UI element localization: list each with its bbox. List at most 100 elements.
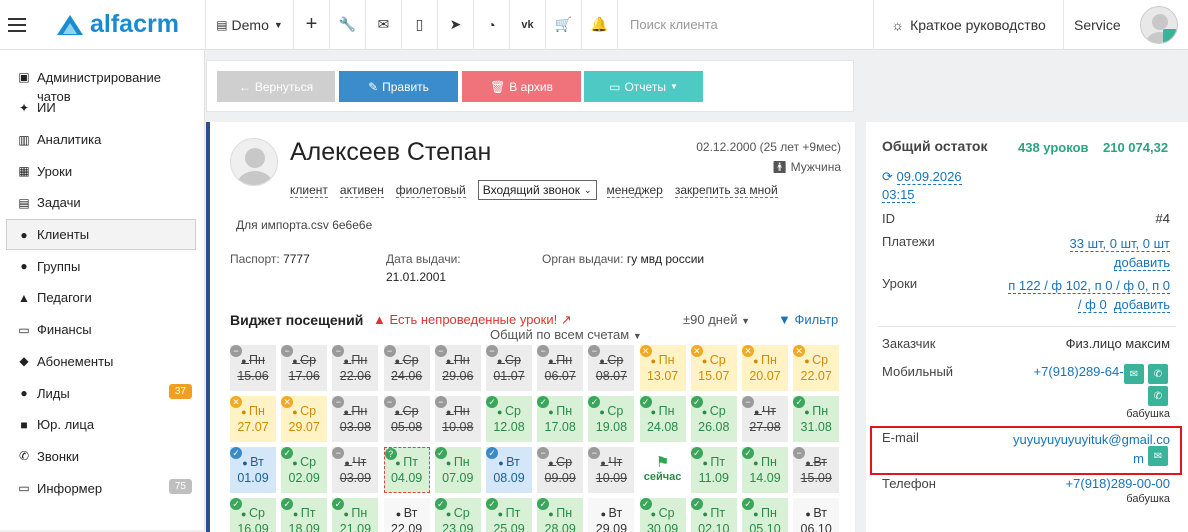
- attendance-cell[interactable]: −● Ср08.07: [588, 345, 634, 391]
- attendance-cell[interactable]: ✓● Ср19.08: [588, 396, 634, 442]
- attendance-cell[interactable]: ✕● Ср15.07: [691, 345, 737, 391]
- sidebar-item-7[interactable]: ▲Педагоги: [0, 282, 204, 314]
- attendance-cell[interactable]: −● Ср24.06: [384, 345, 430, 391]
- sidebar-item-5[interactable]: ●Клиенты: [6, 219, 196, 251]
- client-search[interactable]: Поиск клиента: [618, 0, 874, 50]
- back-button[interactable]: ←Вернуться: [217, 71, 335, 102]
- accounts-dropdown[interactable]: Общий по всем счетам ▼: [490, 327, 642, 342]
- attendance-cell[interactable]: ✓● Пн17.08: [537, 396, 583, 442]
- sidebar-item-13[interactable]: ▭Информер75: [0, 472, 204, 504]
- attendance-cell[interactable]: ✓● Пн31.08: [793, 396, 839, 442]
- sidebar-item-11[interactable]: ■Юр. лица: [0, 409, 204, 441]
- attendance-cell[interactable]: −● Ср05.08: [384, 396, 430, 442]
- demo-dropdown[interactable]: ▤ Demo ▼: [206, 0, 294, 50]
- sms-button[interactable]: ✉: [1124, 364, 1144, 384]
- attendance-cell[interactable]: ✓● Пн14.09: [742, 447, 788, 493]
- attendance-cell[interactable]: ✓● Вт08.09: [486, 447, 532, 493]
- mail-button[interactable]: ✉: [366, 0, 402, 50]
- tools-button[interactable]: 🔧: [330, 0, 366, 50]
- add-button[interactable]: +: [294, 0, 330, 50]
- attendance-cell[interactable]: ✓● Пн28.09: [537, 498, 583, 532]
- attendance-cell[interactable]: −● Чт10.09: [588, 447, 634, 493]
- unconducted-warning[interactable]: ▲ Есть непроведенные уроки! ↗: [373, 312, 572, 328]
- attendance-cell[interactable]: ✕● Пн20.07: [742, 345, 788, 391]
- attendance-cell[interactable]: −● Пн03.08: [332, 396, 378, 442]
- attendance-cell[interactable]: ✕● Ср22.07: [793, 345, 839, 391]
- mobile-button[interactable]: ▯: [402, 0, 438, 50]
- attendance-cell[interactable]: ✕● Пн27.07: [230, 396, 276, 442]
- viber-button[interactable]: ✆: [1148, 386, 1168, 406]
- attendance-cell[interactable]: −● Пн06.07: [537, 345, 583, 391]
- logo[interactable]: alfacrm: [34, 0, 206, 50]
- tag-active[interactable]: активен: [340, 183, 384, 198]
- attendance-cell[interactable]: −● Пн15.06: [230, 345, 276, 391]
- sidebar-item-1[interactable]: ✦ИИ: [0, 92, 204, 124]
- attendance-cell[interactable]: ● Вт06.10: [793, 498, 839, 532]
- sidebar-item-8[interactable]: ▭Финансы: [0, 314, 204, 346]
- attendance-cell[interactable]: ✓● Пн07.09: [435, 447, 481, 493]
- attendance-cell[interactable]: ✓● Пт18.09: [281, 498, 327, 532]
- attendance-cell[interactable]: −● Чт03.09: [332, 447, 378, 493]
- sidebar-item-2[interactable]: ▥Аналитика: [0, 124, 204, 156]
- sidebar-item-9[interactable]: ◆Абонементы: [0, 346, 204, 378]
- chat-button[interactable]: ◔: [474, 0, 510, 50]
- balance-date-link[interactable]: ⟳ 09.09.202603:15: [882, 168, 962, 204]
- attendance-cell[interactable]: ✕● Ср29.07: [281, 396, 327, 442]
- attendance-cell[interactable]: −● Ср01.07: [486, 345, 532, 391]
- attendance-cell[interactable]: −● Чт27.08: [742, 396, 788, 442]
- attendance-cell[interactable]: ✓● Пн21.09: [332, 498, 378, 532]
- sidebar-item-4[interactable]: ▤Задачи: [0, 187, 204, 219]
- archive-button[interactable]: 🗑В архив: [462, 71, 581, 102]
- payments-add-link[interactable]: добавить: [1114, 255, 1170, 271]
- sidebar-item-10[interactable]: ●Лиды37: [0, 377, 204, 409]
- attendance-cell[interactable]: ✓● Вт01.09: [230, 447, 276, 493]
- attendance-cell[interactable]: −● Вт15.09: [793, 447, 839, 493]
- lessons-value[interactable]: п 122 / ф 102, п 0 / ф 0, п 0/ ф 0 добав…: [1008, 276, 1170, 314]
- attendance-cell[interactable]: ⚑сейчас: [640, 447, 686, 493]
- lessons-add-link[interactable]: добавить: [1114, 297, 1170, 313]
- attendance-cell[interactable]: ✕● Пн13.07: [640, 345, 686, 391]
- edit-button[interactable]: ✎Править: [339, 71, 458, 102]
- days-range-dropdown[interactable]: ±90 дней ▼: [683, 312, 750, 327]
- attendance-cell[interactable]: ✓● Ср16.09: [230, 498, 276, 532]
- user-menu[interactable]: Service: [1064, 0, 1188, 50]
- reports-button[interactable]: ▭Отчеты▼: [584, 71, 703, 102]
- quick-guide-button[interactable]: ☼ Краткое руководство: [874, 0, 1064, 50]
- manager-link[interactable]: менеджер: [607, 183, 663, 198]
- attendance-cell[interactable]: ✓● Ср23.09: [435, 498, 481, 532]
- attendance-cell[interactable]: ● Вт29.09: [588, 498, 634, 532]
- attendance-cell[interactable]: ✓● Пт25.09: [486, 498, 532, 532]
- tag-color[interactable]: фиолетовый: [396, 183, 466, 198]
- sidebar-item-3[interactable]: ▦Уроки: [0, 155, 204, 187]
- attendance-cell[interactable]: ✓● Пн24.08: [640, 396, 686, 442]
- attendance-cell[interactable]: −● Пн10.08: [435, 396, 481, 442]
- mobile-value[interactable]: +7(918)289-64-89: [1034, 364, 1138, 379]
- attendance-cell[interactable]: ✓● Ср30.09: [640, 498, 686, 532]
- attendance-cell[interactable]: ✓● Ср26.08: [691, 396, 737, 442]
- notifications-button[interactable]: 🔔: [582, 0, 618, 50]
- attendance-cell[interactable]: ✓● Пн05.10: [742, 498, 788, 532]
- attendance-cell[interactable]: ✓● Ср12.08: [486, 396, 532, 442]
- pin-link[interactable]: закрепить за мной: [675, 183, 778, 198]
- attendance-cell[interactable]: ✓● Пт02.10: [691, 498, 737, 532]
- payments-value[interactable]: 33 шт, 0 шт, 0 штдобавить: [1070, 234, 1170, 272]
- sidebar-item-6[interactable]: ●Группы: [0, 250, 204, 282]
- sidebar-item-0[interactable]: ▣Администрирование чатов: [0, 50, 204, 92]
- attendance-cell[interactable]: ?● Пт04.09: [384, 447, 430, 493]
- sidebar-item-12[interactable]: ✆Звонки: [0, 441, 204, 473]
- attendance-cell[interactable]: −● Пн22.06: [332, 345, 378, 391]
- attendance-cell[interactable]: −● Ср09.09: [537, 447, 583, 493]
- vk-button[interactable]: vk: [510, 0, 546, 50]
- tag-client[interactable]: клиент: [290, 183, 328, 198]
- attendance-cell[interactable]: ● Вт22.09: [384, 498, 430, 532]
- telegram-button[interactable]: ➤: [438, 0, 474, 50]
- menu-button[interactable]: [0, 0, 34, 50]
- whatsapp-button[interactable]: ✆: [1148, 364, 1168, 384]
- phone-value[interactable]: +7(918)289-00-00: [1066, 476, 1170, 491]
- attendance-cell[interactable]: ✓● Пт11.09: [691, 447, 737, 493]
- cart-button[interactable]: 🛒: [546, 0, 582, 50]
- filter-button[interactable]: ▼ Фильтр: [778, 312, 838, 327]
- attendance-cell[interactable]: ✓● Ср02.09: [281, 447, 327, 493]
- status-select[interactable]: Входящий звонок⌄: [478, 180, 597, 200]
- attendance-cell[interactable]: −● Пн29.06: [435, 345, 481, 391]
